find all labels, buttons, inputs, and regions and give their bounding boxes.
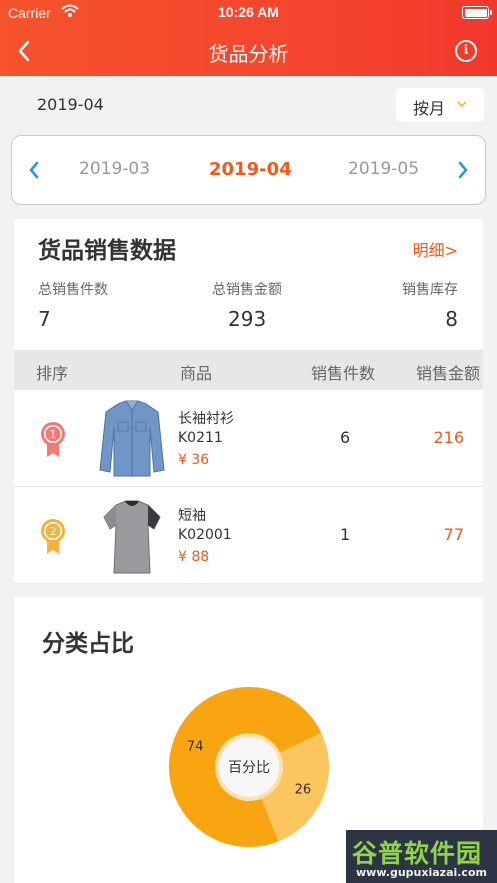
col-qty: 销售件数 <box>311 364 376 383</box>
stat-total-amount-value: 293 <box>228 307 267 331</box>
prev-month-arrow-icon[interactable] <box>27 160 41 180</box>
stat-stock-label: 销售库存 <box>402 282 458 298</box>
sales-card: 货品销售数据 明细> 总销售件数 总销售金额 销售库存 7 293 8 排序 商… <box>14 219 483 584</box>
product-code: K0211 <box>178 430 223 446</box>
sales-amount: 77 <box>443 525 464 544</box>
period-mode-label: 按月 <box>413 99 446 118</box>
info-circle-icon[interactable]: i <box>455 40 477 62</box>
battery-icon <box>462 6 492 19</box>
current-month: 2019-04 <box>209 159 292 180</box>
sales-qty: 6 <box>340 428 351 447</box>
period-mode-dropdown[interactable]: 按月 <box>396 88 484 122</box>
product-name: 长袖衬衫 <box>178 411 234 427</box>
clock: 10:26 AM <box>218 4 279 20</box>
current-period-label: 2019-04 <box>37 95 104 114</box>
stat-total-amount-label: 总销售金额 <box>212 282 282 298</box>
stat-stock-value: 8 <box>445 307 458 331</box>
rank-badge-icon: 2 <box>41 519 65 554</box>
app-header: Carrier 10:26 AM 货品分析 i <box>0 0 497 76</box>
sales-title: 货品销售数据 <box>38 238 176 264</box>
long-sleeve-shirt-image <box>99 400 165 477</box>
sales-qty: 1 <box>340 525 351 544</box>
col-amount: 销售金额 <box>416 364 481 383</box>
pie-slice-label: 26 <box>295 782 312 797</box>
prev-month[interactable]: 2019-03 <box>79 159 150 179</box>
short-sleeve-tshirt-image <box>103 500 161 574</box>
watermark-url: www.gupuxiazai.com <box>356 866 487 879</box>
stat-total-qty-value: 7 <box>38 307 51 331</box>
table-row[interactable]: 2 短袖 K02001 ¥ 88 1 77 <box>14 487 483 584</box>
detail-link[interactable]: 明细> <box>413 237 458 261</box>
sales-amount: 216 <box>433 428 464 447</box>
col-rank: 排序 <box>36 364 69 383</box>
chevron-down-icon <box>457 101 467 108</box>
col-product: 商品 <box>180 364 213 383</box>
status-bar: Carrier 10:26 AM <box>0 0 497 26</box>
product-price: ¥ 88 <box>178 549 210 565</box>
product-code: K02001 <box>178 527 232 543</box>
rank-badge-icon: 1 <box>41 422 65 457</box>
page-title: 货品分析 <box>208 42 289 66</box>
product-price: ¥ 36 <box>178 452 210 468</box>
table-row[interactable]: 1 长袖衬衫 K0211 ¥ 36 6 216 <box>14 390 483 487</box>
watermark-brand: 谷普软件园 <box>352 839 483 868</box>
product-name: 短袖 <box>178 508 206 524</box>
watermark: 谷普软件园 www.gupuxiazai.com <box>346 830 497 883</box>
month-picker: 2019-03 2019-04 2019-05 <box>11 135 486 205</box>
stat-total-qty-label: 总销售件数 <box>38 282 108 298</box>
svg-text:2: 2 <box>50 525 57 538</box>
pie-slice-label: 74 <box>187 740 204 755</box>
donut-center-label: 百分比 <box>228 760 270 776</box>
next-month[interactable]: 2019-05 <box>348 159 419 179</box>
navbar: 货品分析 i <box>0 26 497 76</box>
svg-text:1: 1 <box>50 428 57 441</box>
next-month-arrow-icon[interactable] <box>456 160 470 180</box>
table-header: 排序 商品 销售件数 销售金额 <box>14 350 483 390</box>
